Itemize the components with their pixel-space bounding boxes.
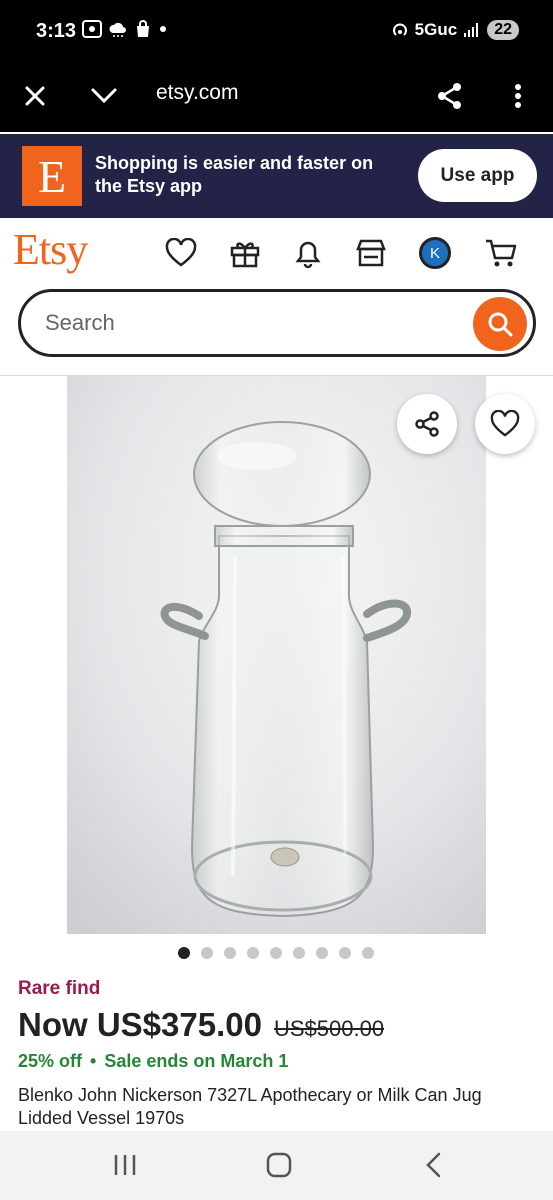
notifications-button[interactable] bbox=[289, 234, 327, 272]
sale-end-label: Sale ends on March 1 bbox=[104, 1051, 289, 1071]
status-right: 5Guc 22 bbox=[391, 20, 519, 40]
back-button[interactable] bbox=[414, 1149, 454, 1181]
account-button[interactable]: K bbox=[416, 234, 454, 272]
home-button[interactable] bbox=[259, 1149, 299, 1181]
search-bar bbox=[18, 289, 536, 357]
share-page-button[interactable] bbox=[432, 78, 468, 114]
app-banner: E Shopping is easier and faster on the E… bbox=[0, 134, 553, 218]
cart-icon bbox=[486, 239, 517, 267]
notification-dot-icon bbox=[158, 24, 168, 34]
favorite-listing-button[interactable] bbox=[475, 394, 535, 454]
search-submit-button[interactable] bbox=[473, 297, 527, 351]
browser-toolbar: etsy.com bbox=[0, 62, 553, 132]
carousel-dot[interactable] bbox=[339, 947, 351, 959]
close-tab-button[interactable] bbox=[17, 78, 53, 114]
use-app-button[interactable]: Use app bbox=[418, 149, 537, 202]
recent-apps-icon bbox=[114, 1155, 136, 1175]
carousel-dot[interactable] bbox=[224, 947, 236, 959]
status-notification-icons bbox=[82, 20, 168, 38]
carousel-dot[interactable] bbox=[247, 947, 259, 959]
discount-label: 25% off bbox=[18, 1051, 83, 1071]
carousel-dot[interactable] bbox=[201, 947, 213, 959]
carousel-dot[interactable] bbox=[293, 947, 305, 959]
weather-icon bbox=[108, 20, 128, 38]
avatar: K bbox=[419, 237, 451, 269]
carousel-dot[interactable] bbox=[362, 947, 374, 959]
chevron-down-icon bbox=[91, 88, 117, 104]
price-row: Now US$375.00 US$500.00 bbox=[18, 1006, 384, 1044]
status-bar: 3:13 5Guc 22 bbox=[0, 0, 553, 62]
sale-separator: • bbox=[90, 1051, 97, 1071]
close-icon bbox=[25, 86, 45, 106]
etsy-app-logo: E bbox=[22, 146, 82, 206]
favorites-button[interactable] bbox=[162, 234, 200, 272]
site-header: Etsy K bbox=[0, 218, 553, 288]
carousel-dot[interactable] bbox=[316, 947, 328, 959]
shopping-bag-icon bbox=[134, 20, 152, 38]
etsy-logo[interactable]: Etsy bbox=[13, 224, 88, 275]
app-banner-text: Shopping is easier and faster on the Ets… bbox=[95, 153, 374, 196]
original-price: US$500.00 bbox=[273, 1016, 385, 1041]
image-carousel-indicator bbox=[178, 947, 374, 959]
more-vertical-icon bbox=[515, 84, 521, 108]
bell-icon bbox=[295, 241, 321, 269]
product-image[interactable] bbox=[67, 376, 486, 934]
search-input[interactable] bbox=[45, 305, 445, 341]
current-price: Now US$375.00 bbox=[18, 1006, 262, 1043]
url-display[interactable]: etsy.com bbox=[156, 81, 238, 105]
recent-apps-button[interactable] bbox=[105, 1149, 145, 1181]
hotspot-icon bbox=[391, 21, 409, 39]
gifts-button[interactable] bbox=[226, 234, 264, 272]
shop-manager-button[interactable] bbox=[352, 234, 390, 272]
back-icon bbox=[426, 1152, 441, 1178]
collapse-button[interactable] bbox=[86, 78, 122, 114]
share-icon bbox=[415, 411, 439, 437]
store-icon bbox=[356, 239, 386, 267]
heart-icon bbox=[490, 410, 520, 437]
carousel-dot[interactable] bbox=[270, 947, 282, 959]
status-time: 3:13 bbox=[36, 20, 77, 42]
share-icon bbox=[438, 83, 461, 109]
screenshot-icon bbox=[82, 20, 102, 38]
listing-title: Blenko John Nickerson 7327L Apothecary o… bbox=[18, 1085, 482, 1128]
search-icon bbox=[488, 312, 513, 337]
carousel-dot[interactable] bbox=[178, 947, 190, 959]
gift-icon bbox=[230, 242, 260, 268]
rare-find-badge: Rare find bbox=[18, 978, 101, 999]
sale-info: 25% off • Sale ends on March 1 bbox=[18, 1051, 288, 1072]
battery-indicator: 22 bbox=[487, 20, 519, 40]
heart-icon bbox=[165, 238, 197, 267]
home-icon bbox=[266, 1152, 292, 1178]
signal-icon bbox=[463, 22, 481, 38]
network-label: 5Guc bbox=[414, 20, 458, 39]
system-nav-bar bbox=[0, 1131, 553, 1200]
cart-button[interactable] bbox=[482, 234, 520, 272]
more-options-button[interactable] bbox=[500, 78, 536, 114]
share-listing-button[interactable] bbox=[397, 394, 457, 454]
